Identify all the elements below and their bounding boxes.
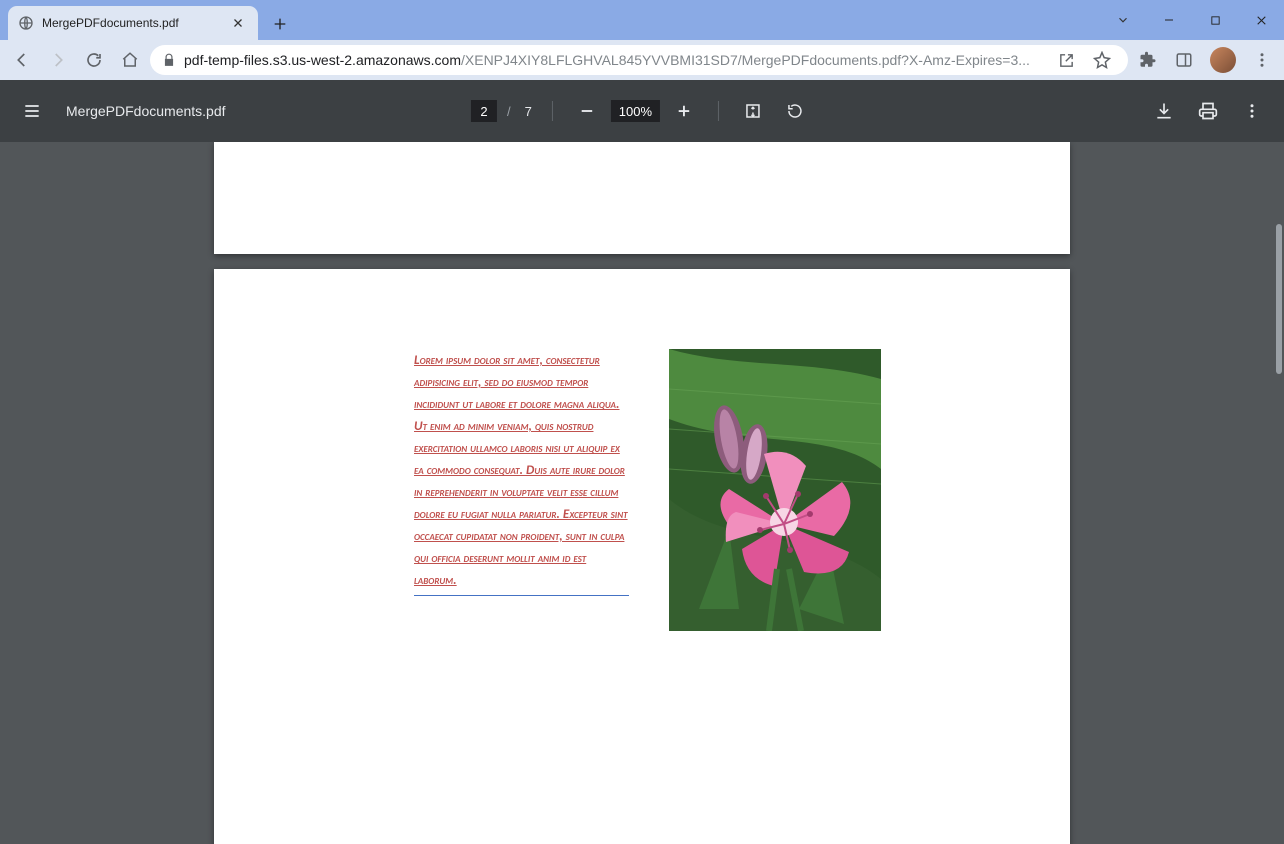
zoom-level[interactable]: 100%: [611, 100, 660, 122]
chevron-down-icon[interactable]: [1100, 5, 1146, 35]
page2-content: Lorem ipsum dolor sit amet, consectetur …: [284, 349, 1000, 631]
pdf-more-icon[interactable]: [1234, 93, 1270, 129]
back-button[interactable]: [6, 44, 38, 76]
pdf-page-1-tail: [214, 142, 1070, 254]
bookmark-star-icon[interactable]: [1088, 46, 1116, 74]
pdf-toolbar-center: / 7 100%: [471, 93, 813, 129]
tab-title: MergePDFdocuments.pdf: [42, 16, 220, 30]
browser-address-bar: pdf-temp-files.s3.us-west-2.amazonaws.co…: [0, 40, 1284, 80]
minimize-button[interactable]: [1146, 5, 1192, 35]
download-icon[interactable]: [1146, 93, 1182, 129]
home-button[interactable]: [114, 44, 146, 76]
share-icon[interactable]: [1052, 46, 1080, 74]
fit-page-icon[interactable]: [735, 93, 771, 129]
chrome-menu-icon[interactable]: [1246, 44, 1278, 76]
reload-button[interactable]: [78, 44, 110, 76]
zoom-in-button[interactable]: [666, 93, 702, 129]
close-window-button[interactable]: [1238, 5, 1284, 35]
forward-button[interactable]: [42, 44, 74, 76]
toolbar-divider: [718, 101, 719, 121]
tab-close-icon[interactable]: [228, 17, 248, 29]
pdf-toolbar: MergePDFdocuments.pdf / 7 100%: [0, 80, 1284, 142]
print-icon[interactable]: [1190, 93, 1226, 129]
new-tab-button[interactable]: [266, 10, 294, 38]
maximize-button[interactable]: [1192, 5, 1238, 35]
sidepanel-icon[interactable]: [1168, 44, 1200, 76]
omnibox[interactable]: pdf-temp-files.s3.us-west-2.amazonaws.co…: [150, 45, 1128, 75]
url-path: /XENPJ4XIY8LFLGHVAL845YVVBMI31SD7/MergeP…: [461, 52, 1030, 68]
window-controls: [1100, 0, 1284, 40]
lock-icon: [162, 53, 176, 67]
browser-tab[interactable]: MergePDFdocuments.pdf: [8, 6, 258, 40]
pdf-filename: MergePDFdocuments.pdf: [66, 103, 226, 119]
zoom-out-button[interactable]: [569, 93, 605, 129]
vertical-scrollbar[interactable]: [1276, 224, 1282, 374]
page-separator: /: [503, 104, 515, 119]
pdf-pages-container: Lorem ipsum dolor sit amet, consectetur …: [0, 142, 1284, 844]
page-number-input[interactable]: [471, 100, 497, 122]
url-text: pdf-temp-files.s3.us-west-2.amazonaws.co…: [184, 52, 1044, 68]
flower-image: [669, 349, 881, 631]
pdf-viewport[interactable]: Lorem ipsum dolor sit amet, consectetur …: [0, 142, 1284, 844]
toolbar-divider: [552, 101, 553, 121]
pdf-page-2: Lorem ipsum dolor sit amet, consectetur …: [214, 269, 1070, 844]
pdf-toolbar-right: [1146, 93, 1270, 129]
url-host: pdf-temp-files.s3.us-west-2.amazonaws.co…: [184, 52, 461, 68]
globe-icon: [18, 15, 34, 31]
extensions-icon[interactable]: [1132, 44, 1164, 76]
rotate-icon[interactable]: [777, 93, 813, 129]
profile-avatar[interactable]: [1210, 47, 1236, 73]
lorem-paragraph: Lorem ipsum dolor sit amet, consectetur …: [414, 349, 629, 596]
browser-titlebar: MergePDFdocuments.pdf: [0, 0, 1284, 40]
hamburger-menu-icon[interactable]: [14, 93, 50, 129]
total-pages: 7: [521, 104, 536, 119]
